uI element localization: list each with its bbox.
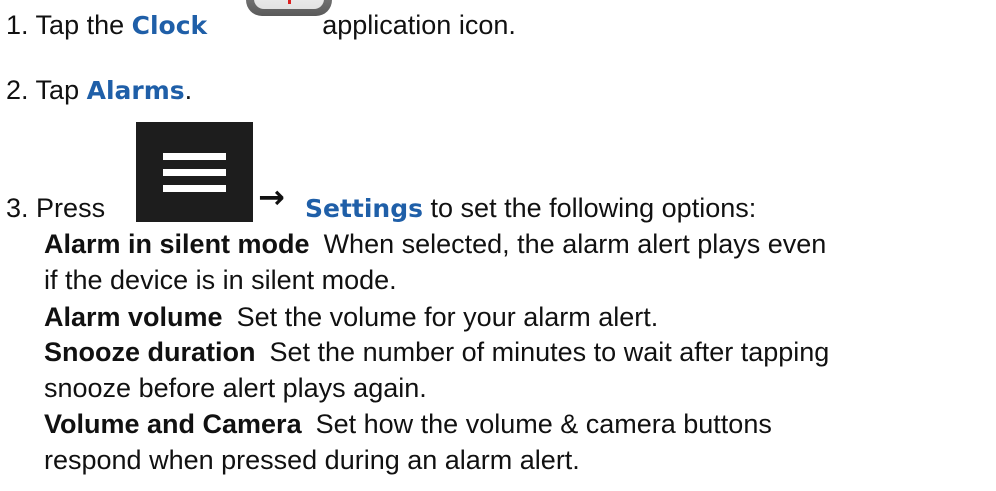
option-volume-camera: Volume and Camera Set how the volume & ca… [44,409,772,439]
option-term: Volume and Camera [44,409,302,439]
option-snooze-duration-cont: snooze before alert plays again. [44,373,427,403]
step-1: 1. Tap the Clock application icon. [6,10,516,40]
step-3-rest: Settings to set the following options: [305,193,757,223]
settings-keyword: Settings [305,194,424,223]
option-alarm-silent-cont: if the device is in silent mode. [44,265,397,295]
option-volume-camera-cont: respond when pressed during an alarm ale… [44,445,580,475]
option-term: Alarm in silent mode [44,229,310,259]
alarms-keyword: Alarms [86,76,185,105]
option-term: Alarm volume [44,302,223,332]
clock-keyword: Clock [131,11,208,40]
step-2: 2. Tap Alarms. [6,75,193,105]
menu-icon [136,122,253,222]
step-3: 3. Press [6,193,106,223]
option-alarm-silent: Alarm in silent mode When selected, the a… [44,229,827,259]
right-arrow-icon: → [258,178,285,216]
option-snooze-duration: Snooze duration Set the number of minutes… [44,337,830,367]
option-alarm-volume: Alarm volume Set the volume for your alar… [44,302,659,332]
option-term: Snooze duration [44,337,256,367]
